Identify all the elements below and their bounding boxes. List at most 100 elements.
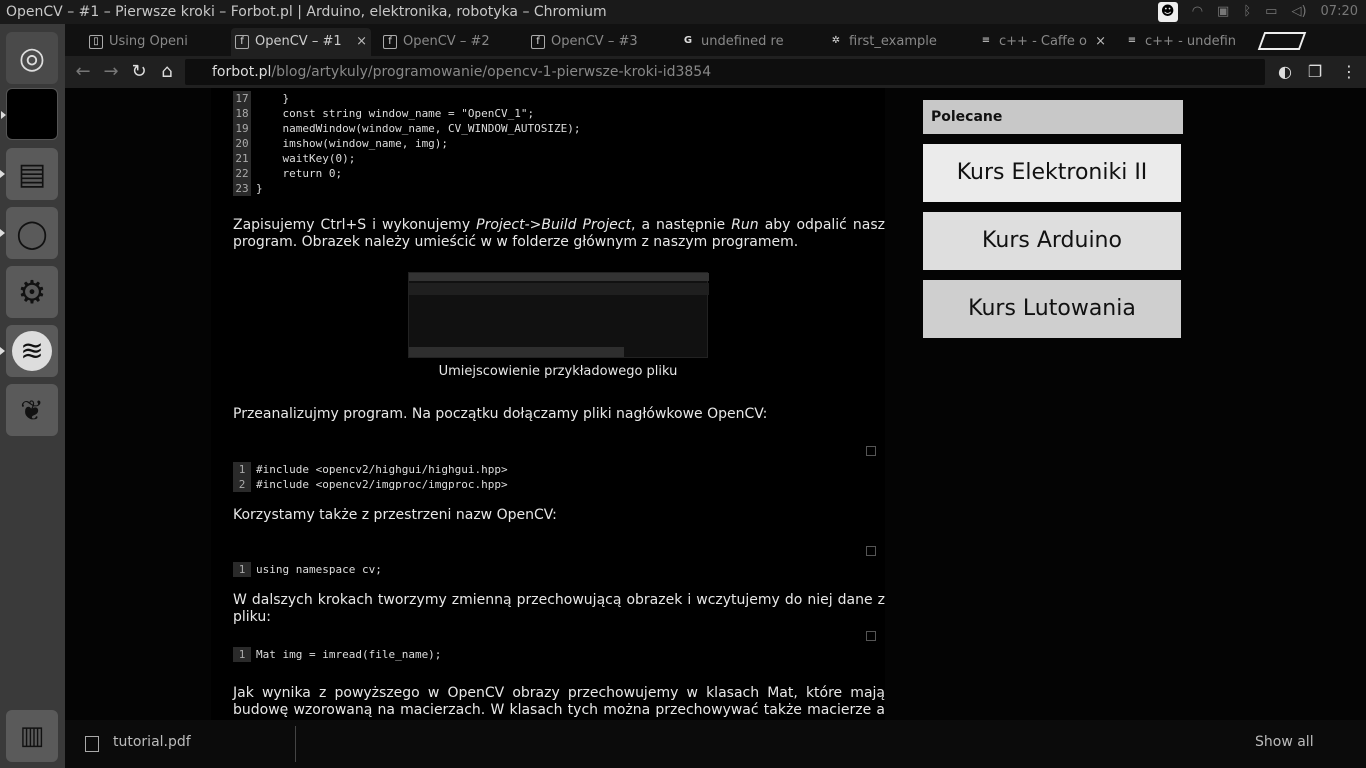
- course-link-arduino[interactable]: Kurs Arduino: [923, 212, 1181, 270]
- code-line: 18 const string window_name = "OpenCV_1"…: [233, 106, 885, 121]
- tab-strip: ▯ Using Openi f OpenCV – #1 × f OpenCV –…: [65, 24, 1366, 56]
- stm32-icon[interactable]: ❦: [6, 384, 58, 436]
- url-host: forbot.pl: [212, 64, 272, 80]
- google-icon: G: [683, 35, 693, 46]
- tab-label: first_example: [849, 34, 937, 49]
- pdf-file-icon: [85, 736, 99, 752]
- sidebar-heading: Polecane: [923, 100, 1183, 134]
- tab-first-example[interactable]: ✲ first_example: [825, 28, 965, 56]
- code-line: 1 #include <opencv2/highgui/highgui.hpp>: [233, 462, 885, 477]
- facebook-icon: f: [531, 35, 545, 49]
- code-text: }: [256, 92, 290, 105]
- back-arrow-icon[interactable]: ←: [71, 60, 95, 84]
- tab-label: OpenCV – #3: [551, 34, 638, 49]
- page-viewport[interactable]: 17 } 18 const string window_name = "OpenC…: [65, 88, 1366, 726]
- window-cast-icon[interactable]: ❐: [1303, 60, 1327, 84]
- tab-caffe[interactable]: ≡ c++ - Caffe o ×: [975, 28, 1110, 56]
- line-number: 23: [233, 181, 251, 196]
- code-text: imshow(window_name, img);: [256, 137, 449, 150]
- tab-label: c++ - undefin: [1145, 34, 1237, 49]
- figure-caption: Umiejscowienie przykładowego pliku: [438, 364, 678, 379]
- tab-opencv-2[interactable]: f OpenCV – #2: [379, 28, 519, 56]
- user-avatar-icon[interactable]: ☻: [1157, 2, 1178, 22]
- trash-icon[interactable]: ▥: [6, 710, 58, 762]
- paragraph-build-run: Zapisujemy Ctrl+S i wykonujemy Project->…: [233, 217, 885, 250]
- bluetooth-icon[interactable]: ᛒ: [1243, 0, 1251, 24]
- paragraph-imread: W dalszych krokach tworzymy zmienną prze…: [233, 592, 885, 625]
- tab-label: OpenCV – #2: [403, 34, 490, 49]
- figure-screenshot[interactable]: [408, 272, 709, 358]
- code-block-main: 17 } 18 const string window_name = "OpenC…: [233, 91, 885, 196]
- show-all-button[interactable]: Show all: [1255, 734, 1314, 750]
- code-block-includes: 1 #include <opencv2/highgui/highgui.hpp> 2…: [233, 462, 885, 492]
- copy-code-icon[interactable]: [866, 631, 876, 641]
- copy-code-icon[interactable]: [866, 446, 876, 456]
- extension-icon[interactable]: ◐: [1273, 60, 1297, 84]
- downloads-bar: tutorial.pdf Show all: [65, 720, 1366, 768]
- code-block-namespace: 1 using namespace cv;: [233, 562, 885, 577]
- code-line: 1 Mat img = imread(file_name);: [233, 647, 885, 662]
- code-line: 23}: [233, 181, 885, 196]
- code-text: waitKey(0);: [256, 152, 356, 165]
- tab-undefined[interactable]: ≡ c++ - undefin: [1121, 28, 1251, 56]
- code-text: #include <opencv2/imgproc/imgproc.hpp>: [256, 478, 508, 491]
- spotify-icon[interactable]: ≋: [0, 325, 58, 377]
- menu-icon[interactable]: ⋮: [1337, 60, 1361, 84]
- line-number: 19: [233, 121, 251, 136]
- code-text: using namespace cv;: [256, 563, 382, 576]
- ubuntu-dash-icon[interactable]: ◎: [6, 32, 58, 84]
- code-line: 1 using namespace cv;: [233, 562, 885, 577]
- facebook-icon: f: [383, 35, 397, 49]
- new-tab-button[interactable]: [1257, 32, 1307, 50]
- line-number: 1: [233, 647, 251, 662]
- divider: [295, 726, 296, 762]
- battery-icon[interactable]: ▭: [1265, 0, 1277, 24]
- code-text: const string window_name = "OpenCV_1";: [256, 107, 535, 120]
- paragraph-namespace: Korzystamy także z przestrzeni nazw Open…: [233, 507, 557, 523]
- download-item[interactable]: tutorial.pdf: [113, 734, 191, 750]
- tab-opencv-1[interactable]: f OpenCV – #1 ×: [231, 28, 371, 56]
- copy-code-icon[interactable]: [866, 546, 876, 556]
- line-number: 22: [233, 166, 251, 181]
- course-link-lutowanie[interactable]: Kurs Lutowania: [923, 280, 1181, 338]
- code-line: 21 waitKey(0);: [233, 151, 885, 166]
- terminal-icon[interactable]: [1, 88, 58, 140]
- stackoverflow-icon: ≡: [981, 35, 991, 46]
- forward-arrow-icon[interactable]: →: [99, 60, 123, 84]
- document-icon: ▯: [89, 35, 103, 49]
- code-text: }: [256, 182, 263, 195]
- home-icon[interactable]: ⌂: [155, 60, 179, 84]
- line-number: 21: [233, 151, 251, 166]
- system-top-bar: OpenCV – #1 – Pierwsze kroki – Forbot.pl…: [0, 0, 1366, 24]
- tab-undefined-reference[interactable]: G undefined re: [677, 28, 817, 56]
- tab-using-opencv[interactable]: ▯ Using Openi: [85, 28, 220, 56]
- tab-opencv-3[interactable]: f OpenCV – #3: [527, 28, 667, 56]
- code-text: return 0;: [256, 167, 343, 180]
- tab-label: c++ - Caffe o: [999, 34, 1087, 49]
- wifi-icon[interactable]: ◠: [1192, 0, 1203, 24]
- line-number: 1: [233, 462, 251, 477]
- code-line: 22 return 0;: [233, 166, 885, 181]
- chromium-icon[interactable]: ◯: [0, 207, 58, 259]
- keyboard-icon[interactable]: ▣: [1217, 0, 1229, 24]
- line-number: 2: [233, 477, 251, 492]
- close-icon[interactable]: ×: [1095, 28, 1106, 56]
- cog-icon: ✲: [831, 35, 841, 46]
- course-link-elektronika[interactable]: Kurs Elektroniki II: [923, 144, 1181, 202]
- url-path: /blog/artykuly/programowanie/opencv-1-pi…: [271, 64, 712, 80]
- reload-icon[interactable]: ↻: [127, 60, 151, 84]
- close-icon[interactable]: ×: [356, 28, 367, 56]
- line-number: 17: [233, 91, 251, 106]
- paragraph-analysis: Przeanalizujmy program. Na początku dołą…: [233, 406, 768, 422]
- tab-label: Using Openi: [109, 34, 188, 49]
- code-line: 17 }: [233, 91, 885, 106]
- address-bar[interactable]: forbot.pl/blog/artykuly/programowanie/op…: [185, 59, 1265, 85]
- volume-icon[interactable]: ◁): [1291, 0, 1306, 24]
- code-text: #include <opencv2/highgui/highgui.hpp>: [256, 463, 508, 476]
- settings-icon[interactable]: ⚙: [6, 266, 58, 318]
- tab-label: OpenCV – #1: [255, 34, 342, 49]
- stackoverflow-icon: ≡: [1127, 35, 1137, 46]
- files-icon[interactable]: ▤: [0, 148, 58, 200]
- clock[interactable]: 07:20: [1321, 0, 1358, 24]
- launcher: ◎ ▤ ◯ ⚙ ≋ ❦ ▥: [0, 24, 65, 768]
